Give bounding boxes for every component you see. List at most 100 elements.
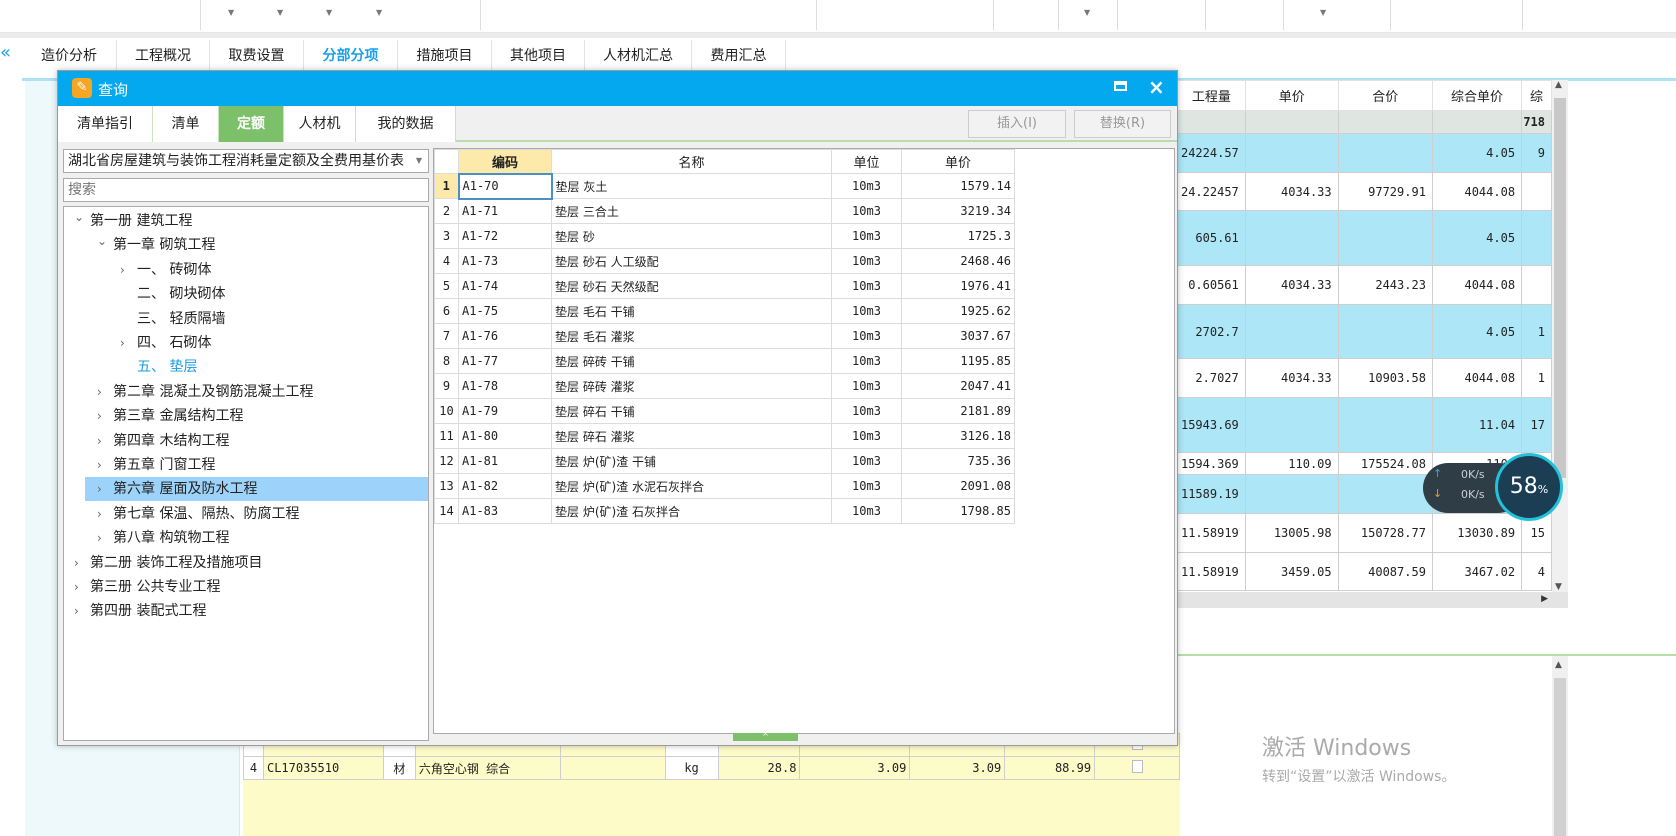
table-cell[interactable]: 4034.33: [1244, 265, 1339, 305]
tab-fee-settings[interactable]: 取费设置: [210, 40, 304, 71]
table-row[interactable]: 605.61 4.05: [1177, 210, 1552, 266]
chevron-down-icon[interactable]: ⌄: [97, 229, 107, 253]
tree-item[interactable]: › 第三章 金属结构工程: [64, 404, 428, 428]
splitter-expand-handle[interactable]: ^: [733, 733, 798, 741]
quota-row[interactable]: 7 A1-76 垫层 毛石 灌浆 10m3 3037.67: [434, 323, 1015, 349]
table-cell[interactable]: 40087.59: [1337, 552, 1433, 591]
table-cell[interactable]: 97729.91: [1337, 172, 1433, 211]
table-cell[interactable]: 1594.369: [1177, 452, 1246, 475]
quota-price[interactable]: 3126.18: [901, 423, 1015, 449]
quota-row[interactable]: 8 A1-77 垫层 碎砖 干铺 10m3 1195.85: [434, 348, 1015, 374]
table-cell[interactable]: 2.7027: [1177, 358, 1246, 398]
table-cell[interactable]: 24224.57: [1177, 133, 1246, 173]
table-cell[interactable]: [559, 756, 666, 780]
library-select[interactable]: 湖北省房屋建筑与装饰工程消耗量定额及全费用基价表 ▼: [63, 149, 429, 173]
table-cell[interactable]: [1244, 110, 1339, 134]
chevron-down-icon[interactable]: ⌄: [74, 207, 84, 229]
quota-price[interactable]: 2468.46: [901, 248, 1015, 274]
chevron-right-icon[interactable]: ›: [97, 477, 102, 501]
table-cell[interactable]: 材: [382, 756, 416, 780]
quota-row[interactable]: 14 A1-83 垫层 炉(矿)渣 石灰拌合 10m3 1798.85: [434, 498, 1015, 524]
tree-item[interactable]: › 一、 砖砌体: [64, 258, 428, 282]
col-unit[interactable]: 单位: [831, 149, 902, 174]
table-row[interactable]: 718: [1177, 110, 1552, 134]
table-cell[interactable]: 六角空心钢 综合: [414, 756, 561, 780]
col-composite-unit-price[interactable]: 综合单价: [1431, 80, 1523, 111]
table-cell[interactable]: [1244, 210, 1339, 266]
quota-row[interactable]: 10 A1-79 垫层 碎石 干铺 10m3 2181.89: [434, 398, 1015, 424]
table-cell[interactable]: [1431, 110, 1523, 134]
dropdown-arrow-icon[interactable]: ▼: [277, 8, 283, 17]
quota-code[interactable]: A1-83: [458, 498, 552, 524]
tree-item[interactable]: 三、 轻质隔墙: [64, 307, 428, 331]
col-composite-total[interactable]: 综: [1521, 80, 1552, 111]
tab-measures[interactable]: 措施项目: [398, 40, 492, 71]
table-cell[interactable]: 11.58919: [1177, 552, 1246, 591]
table-cell[interactable]: 0.60561: [1177, 265, 1246, 305]
quota-row[interactable]: 9 A1-78 垫层 碎砖 灌浆 10m3 2047.41: [434, 373, 1015, 399]
maximize-icon[interactable]: [1114, 81, 1127, 91]
bottom-vertical-scrollbar[interactable]: ▲: [1552, 656, 1568, 836]
table-row[interactable]: 24.22457 4034.33 97729.91 4044.08: [1177, 172, 1552, 211]
table-cell[interactable]: [1521, 265, 1552, 305]
quota-row[interactable]: 11 A1-80 垫层 碎石 灌浆 10m3 3126.18: [434, 423, 1015, 449]
table-cell[interactable]: [1337, 304, 1433, 359]
quota-unit[interactable]: 10m3: [831, 423, 902, 449]
tree-item[interactable]: › 第八章 构筑物工程: [64, 526, 428, 550]
dropdown-arrow-icon[interactable]: ▼: [376, 8, 382, 17]
table-cell[interactable]: [1337, 110, 1433, 134]
col-code[interactable]: 编码: [458, 149, 552, 174]
table-cell[interactable]: 4.05: [1431, 210, 1523, 266]
quota-name[interactable]: 垫层 炉(矿)渣 干铺: [551, 448, 832, 474]
tree-item[interactable]: › 第四册 装配式工程: [64, 599, 428, 623]
tab-fee-summary[interactable]: 费用汇总: [692, 40, 786, 71]
quota-unit[interactable]: 10m3: [831, 298, 902, 324]
table-cell[interactable]: [1521, 210, 1552, 266]
table-cell[interactable]: 13005.98: [1244, 513, 1339, 553]
quota-price[interactable]: 2047.41: [901, 373, 1015, 399]
quota-unit[interactable]: 10m3: [831, 398, 902, 424]
quota-unit[interactable]: 10m3: [831, 273, 902, 299]
quota-row[interactable]: 4 A1-73 垫层 砂石 人工级配 10m3 2468.46: [434, 248, 1015, 274]
dropdown-arrow-icon[interactable]: ▼: [326, 8, 332, 17]
tree-item[interactable]: ⌄ 第一册 建筑工程: [64, 209, 428, 233]
quota-row[interactable]: 12 A1-81 垫层 炉(矿)渣 干铺 10m3 735.36: [434, 448, 1015, 474]
table-cell[interactable]: 3467.02: [1431, 552, 1523, 591]
quota-row[interactable]: 6 A1-75 垫层 毛石 干铺 10m3 1925.62: [434, 298, 1015, 324]
quota-code[interactable]: A1-70: [457, 172, 553, 200]
table-cell[interactable]: 10903.58: [1337, 358, 1433, 398]
tab-my-data[interactable]: 我的数据: [356, 106, 456, 142]
quota-row[interactable]: 5 A1-74 垫层 砂石 天然级配 10m3 1976.41: [434, 273, 1015, 299]
table-cell[interactable]: kg: [664, 756, 719, 780]
tree-item[interactable]: › 第六章 屋面及防水工程: [85, 477, 428, 502]
quota-name[interactable]: 垫层 砂: [551, 223, 832, 249]
table-cell[interactable]: 4044.08: [1431, 265, 1523, 305]
tree-item[interactable]: › 第五章 门窗工程: [64, 453, 428, 477]
table-cell[interactable]: 11.58919: [1177, 513, 1246, 553]
table-cell[interactable]: 4.05: [1431, 304, 1523, 359]
table-row[interactable]: 0.60561 4034.33 2443.23 4044.08: [1177, 265, 1552, 305]
tree-item[interactable]: › 第七章 保温、隔热、防腐工程: [64, 502, 428, 526]
chevron-right-icon[interactable]: ›: [97, 429, 102, 453]
quota-unit[interactable]: 10m3: [831, 198, 902, 224]
quota-name[interactable]: 垫层 碎砖 干铺: [551, 348, 832, 374]
quota-code[interactable]: A1-76: [458, 323, 552, 349]
table-cell[interactable]: 88.99: [1004, 756, 1096, 780]
tree-item[interactable]: ⌄ 第一章 砌筑工程: [64, 233, 428, 257]
tab-bill[interactable]: 清单: [153, 106, 219, 142]
table-cell[interactable]: [1521, 172, 1552, 211]
quota-price[interactable]: 1579.14: [901, 173, 1015, 199]
quota-code[interactable]: A1-81: [458, 448, 552, 474]
dialog-title-bar[interactable]: ✎ 查询 ×: [58, 71, 1177, 106]
network-monitor-widget[interactable]: ↑ ↓ 0K/s 0K/s 58%: [1423, 453, 1563, 523]
tab-resource-summary[interactable]: 人材机汇总: [585, 40, 692, 71]
quota-unit[interactable]: 10m3: [831, 173, 902, 199]
quota-price[interactable]: 3037.67: [901, 323, 1015, 349]
quota-row[interactable]: 1 A1-70 垫层 灰土 10m3 1579.14: [434, 172, 1015, 200]
table-row[interactable]: 11.58919 3459.05 40087.59 3467.02 4: [1177, 552, 1552, 591]
tree-item[interactable]: › 第二册 装饰工程及措施项目: [64, 551, 428, 575]
table-cell[interactable]: [1244, 304, 1339, 359]
insert-button[interactable]: 插入(I): [968, 110, 1066, 138]
tab-resources[interactable]: 人材机: [284, 106, 356, 142]
chevron-right-icon[interactable]: ›: [74, 575, 79, 599]
